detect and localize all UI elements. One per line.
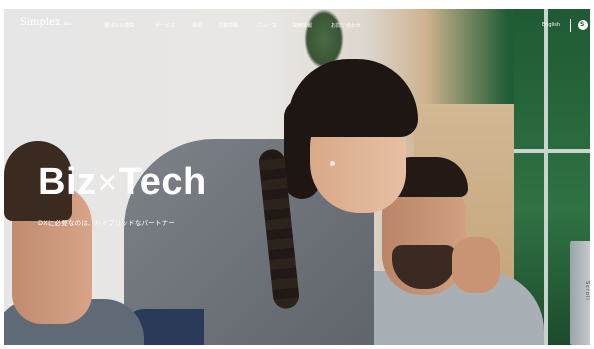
hero-section: Scroll Simplex Inc. 選ばれる理由 サービス 事例 企業情報 ニ… xyxy=(4,9,590,345)
logo-suffix: Inc. xyxy=(63,21,74,27)
logo-text: Simplex xyxy=(20,17,61,28)
man-right-hand xyxy=(452,237,500,293)
woman-earring xyxy=(330,161,335,166)
nav-item-services[interactable]: サービス xyxy=(155,22,175,29)
hero-title: Biz×Tech xyxy=(38,161,207,204)
window-frame xyxy=(544,9,548,345)
nav-item-company[interactable]: 企業情報 xyxy=(218,22,238,29)
nav-item-news[interactable]: ニュース xyxy=(257,22,277,29)
menu-icon: S xyxy=(580,21,585,28)
hero-title-separator: × xyxy=(97,164,118,202)
hero-subtitle: DXに必要なのは、ハイブリッドなパートナー xyxy=(38,219,176,227)
logo[interactable]: Simplex Inc. xyxy=(20,17,73,28)
hero-title-biz: Biz xyxy=(38,161,97,203)
nav-item-recruit[interactable]: 採用情報 xyxy=(292,22,312,29)
nav-divider xyxy=(570,19,571,32)
hero-title-tech: Tech xyxy=(118,161,207,203)
nav-item-contact[interactable]: お問い合わせ xyxy=(331,22,361,29)
top-navigation: Simplex Inc. 選ばれる理由 サービス 事例 企業情報 ニュース 採用情… xyxy=(4,9,590,39)
scroll-indicator[interactable]: Scroll xyxy=(584,281,590,301)
nav-item-cases[interactable]: 事例 xyxy=(192,22,202,29)
woman-hair xyxy=(288,59,418,137)
nav-item-reasons[interactable]: 選ばれる理由 xyxy=(104,22,134,29)
menu-button[interactable]: S xyxy=(578,20,588,30)
window-frame-horizontal xyxy=(514,149,590,153)
language-switch[interactable]: English xyxy=(542,22,560,28)
